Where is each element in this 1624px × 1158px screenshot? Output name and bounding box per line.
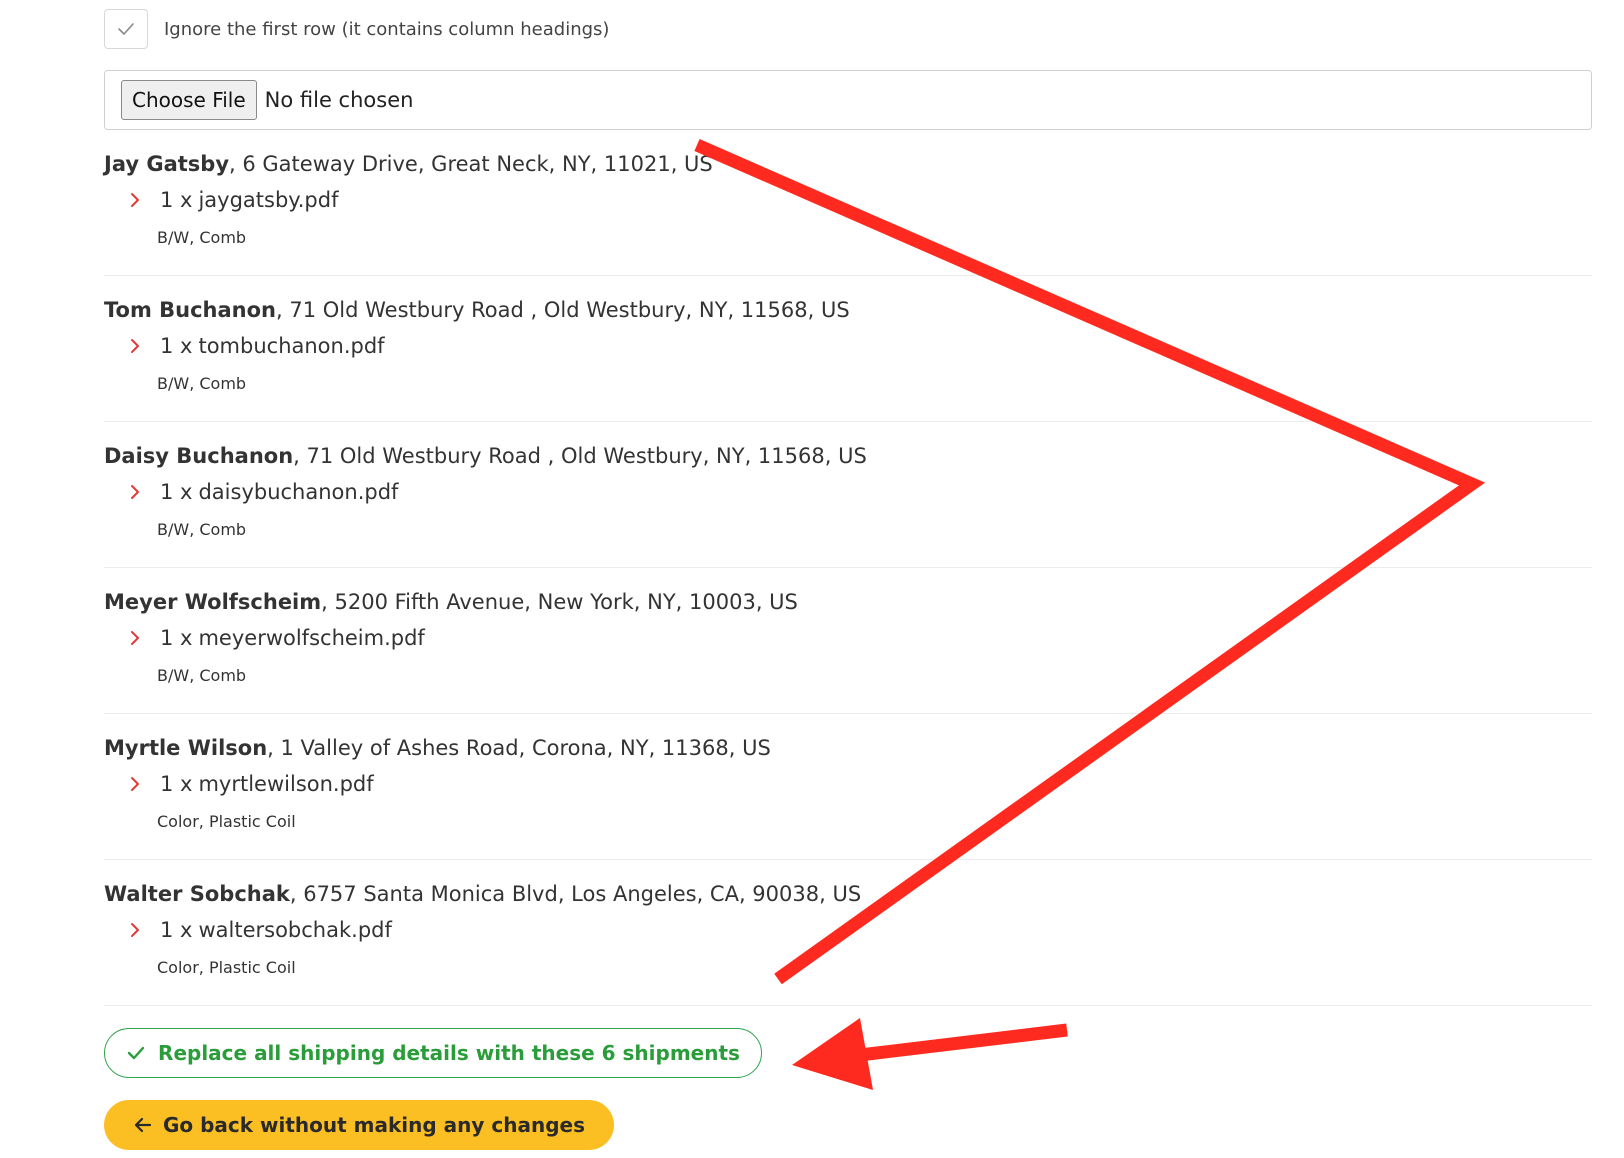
print-options: B/W, Comb [157, 374, 247, 393]
checkmark-icon [118, 23, 134, 35]
file-quantity: 1 x [160, 480, 193, 504]
shipment-recipient: Daisy Buchanon, 71 Old Westbury Road , O… [104, 444, 867, 468]
recipient-name: Daisy Buchanon [104, 444, 294, 468]
file-name: meyerwolfscheim.pdf [198, 626, 425, 650]
recipient-name: Meyer Wolfscheim [104, 590, 322, 614]
print-options: Color, Plastic Coil [157, 812, 296, 831]
checkmark-icon [127, 1046, 145, 1060]
shipment-list: Jay Gatsby, 6 Gateway Drive, Great Neck,… [104, 130, 1592, 1006]
file-quantity: 1 x [160, 626, 193, 650]
file-quantity: 1 x [160, 334, 193, 358]
recipient-name: Jay Gatsby [104, 152, 230, 176]
shipment-item: Walter Sobchak, 6757 Santa Monica Blvd, … [104, 860, 1592, 1006]
shipment-item: Daisy Buchanon, 71 Old Westbury Road , O… [104, 422, 1592, 568]
print-options: B/W, Comb [157, 666, 247, 685]
recipient-address: , 5200 Fifth Avenue, New York, NY, 10003… [321, 590, 798, 614]
shipment-recipient: Jay Gatsby, 6 Gateway Drive, Great Neck,… [104, 152, 713, 176]
shipment-item: Myrtle Wilson, 1 Valley of Ashes Road, C… [104, 714, 1592, 860]
chevron-right-icon [131, 193, 139, 207]
recipient-name: Walter Sobchak [104, 882, 290, 906]
annotation-arrowhead [792, 1018, 873, 1090]
shipment-recipient: Myrtle Wilson, 1 Valley of Ashes Road, C… [104, 736, 771, 760]
annotation-arrow-shaft [859, 1023, 1068, 1062]
go-back-button[interactable]: Go back without making any changes [104, 1100, 614, 1150]
chevron-right-icon [131, 485, 139, 499]
file-name: daisybuchanon.pdf [198, 480, 399, 504]
chevron-right-icon [131, 923, 139, 937]
file-name: jaygatsby.pdf [198, 188, 339, 212]
shipment-recipient: Meyer Wolfscheim, 5200 Fifth Avenue, New… [104, 590, 798, 614]
shipment-file[interactable]: 1 x tombuchanon.pdf [128, 334, 385, 358]
shipment-file[interactable]: 1 x waltersobchak.pdf [128, 918, 392, 942]
file-quantity: 1 x [160, 188, 193, 212]
recipient-address: , 71 Old Westbury Road , Old Westbury, N… [293, 444, 867, 468]
recipient-address: , 6757 Santa Monica Blvd, Los Angeles, C… [289, 882, 862, 906]
file-quantity: 1 x [160, 918, 193, 942]
print-options: B/W, Comb [157, 228, 247, 247]
recipient-name: Myrtle Wilson [104, 736, 268, 760]
chevron-right-icon [131, 777, 139, 791]
recipient-address: , 6 Gateway Drive, Great Neck, NY, 11021… [229, 152, 713, 176]
print-options: B/W, Comb [157, 520, 247, 539]
file-input[interactable]: Choose File No file chosen [104, 70, 1592, 130]
recipient-address: , 1 Valley of Ashes Road, Corona, NY, 11… [267, 736, 771, 760]
shipment-file[interactable]: 1 x jaygatsby.pdf [128, 188, 338, 212]
go-back-label: Go back without making any changes [162, 1113, 586, 1137]
shipment-item: Meyer Wolfscheim, 5200 Fifth Avenue, New… [104, 568, 1592, 714]
choose-file-button[interactable]: Choose File [121, 80, 257, 120]
recipient-name: Tom Buchanon [104, 298, 277, 322]
chevron-right-icon [131, 631, 139, 645]
recipient-address: , 71 Old Westbury Road , Old Westbury, N… [276, 298, 850, 322]
ignore-first-row-label: Ignore the first row (it contains column… [164, 18, 610, 40]
shipment-file[interactable]: 1 x myrtlewilson.pdf [128, 772, 374, 796]
arrow-left-icon [134, 1117, 152, 1133]
shipment-item: Jay Gatsby, 6 Gateway Drive, Great Neck,… [104, 130, 1592, 276]
shipment-recipient: Tom Buchanon, 71 Old Westbury Road , Old… [104, 298, 850, 322]
print-options: Color, Plastic Coil [157, 958, 296, 977]
file-name: myrtlewilson.pdf [198, 772, 374, 796]
ignore-first-row-option: Ignore the first row (it contains column… [104, 8, 609, 50]
file-status: No file chosen [264, 88, 414, 112]
shipment-file[interactable]: 1 x meyerwolfscheim.pdf [128, 626, 425, 650]
shipment-item: Tom Buchanon, 71 Old Westbury Road , Old… [104, 276, 1592, 422]
shipment-file[interactable]: 1 x daisybuchanon.pdf [128, 480, 398, 504]
file-name: waltersobchak.pdf [198, 918, 392, 942]
ignore-first-row-checkbox[interactable] [104, 9, 148, 49]
replace-shipments-button[interactable]: Replace all shipping details with these … [104, 1028, 762, 1078]
replace-shipments-label: Replace all shipping details with these … [158, 1041, 740, 1065]
chevron-right-icon [131, 339, 139, 353]
file-quantity: 1 x [160, 772, 193, 796]
shipment-recipient: Walter Sobchak, 6757 Santa Monica Blvd, … [104, 882, 861, 906]
file-name: tombuchanon.pdf [198, 334, 385, 358]
